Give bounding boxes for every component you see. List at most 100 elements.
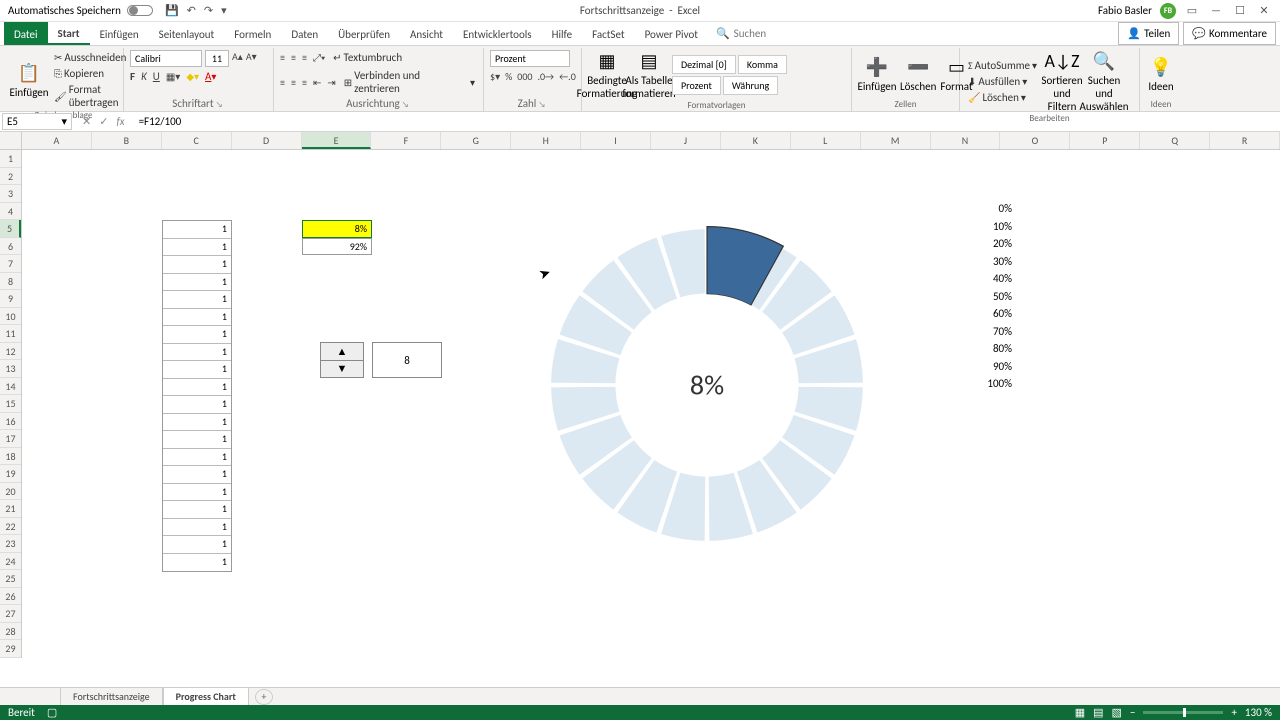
clear-button[interactable]: 🧹 Löschen ▾ [966,90,1039,105]
border-button[interactable]: ▦▾ [166,70,180,83]
col-header-L[interactable]: L [791,132,861,149]
cell-c[interactable]: 1 [163,274,231,292]
comma-icon[interactable]: 000 [517,70,532,83]
col-header-C[interactable]: C [162,132,232,149]
col-header-F[interactable]: F [371,132,441,149]
cancel-formula-icon[interactable]: ✕ [82,115,91,128]
font-color-button[interactable]: A▾ [205,70,216,83]
orientation-icon[interactable]: ⤢▾ [313,51,325,64]
tab-factset[interactable]: FactSet [582,22,635,45]
tab-start[interactable]: Start [48,22,90,45]
minimize-icon[interactable]: — [1208,3,1224,19]
cell-c[interactable]: 1 [163,256,231,274]
view-normal-icon[interactable]: ▦ [1075,706,1085,719]
align-middle-icon[interactable]: ≡ [291,51,296,64]
row-header-11[interactable]: 11 [0,325,21,343]
col-header-P[interactable]: P [1070,132,1140,149]
zoom-slider[interactable] [1143,711,1223,714]
launcher-icon[interactable]: ↘ [216,100,225,110]
cell-c[interactable]: 1 [163,379,231,397]
cell-c[interactable]: 1 [163,554,231,572]
col-header-J[interactable]: J [651,132,721,149]
row-header-28[interactable]: 28 [0,623,21,641]
fx-icon[interactable]: fx [116,115,124,128]
col-header-Q[interactable]: Q [1140,132,1210,149]
cell-c[interactable]: 1 [163,501,231,519]
paste-button[interactable]: 📋Einfügen [10,50,48,110]
inc-decimal-icon[interactable]: .0→ [537,70,554,83]
search-box[interactable]: 🔍 Suchen [716,22,766,45]
row-header-22[interactable]: 22 [0,518,21,536]
col-header-K[interactable]: K [721,132,791,149]
row-header-13[interactable]: 13 [0,360,21,378]
row-header-5[interactable]: 5 [0,220,21,238]
tab-help[interactable]: Hilfe [542,22,582,45]
cell-c[interactable]: 1 [163,536,231,554]
col-header-D[interactable]: D [232,132,302,149]
cell-pct[interactable]: 40% [954,272,1014,290]
sheet-tab[interactable]: Fortschrittsanzeige [60,687,163,706]
cell-c[interactable]: 1 [163,239,231,257]
macro-record-icon[interactable]: ▢ [47,706,57,719]
align-top-icon[interactable]: ≡ [280,51,285,64]
cell-c[interactable]: 1 [163,291,231,309]
row-header-1[interactable]: 1 [0,150,21,168]
fill-button[interactable]: ⬇ Ausfüllen ▾ [966,74,1039,89]
row-header-9[interactable]: 9 [0,290,21,308]
underline-button[interactable]: U [153,70,160,83]
row-header-12[interactable]: 12 [0,343,21,361]
align-bottom-icon[interactable]: ≡ [302,51,307,64]
indent-inc-icon[interactable]: ⇥ [327,76,335,89]
row-header-20[interactable]: 20 [0,483,21,501]
cell-style[interactable]: Komma [738,55,787,74]
row-header-2[interactable]: 2 [0,168,21,186]
cell-pct[interactable]: 70% [954,325,1014,343]
cell-area[interactable]: 11111111111111111111 8% 92% ▲ ▼ 8 0%10%2… [22,150,1280,687]
col-header-M[interactable]: M [861,132,931,149]
tab-data[interactable]: Daten [281,22,328,45]
enter-formula-icon[interactable]: ✓ [99,115,108,128]
increase-font-icon[interactable]: A▴ [232,50,243,67]
row-header-17[interactable]: 17 [0,430,21,448]
launcher-icon[interactable]: ↘ [538,100,547,110]
cell-pct[interactable]: 20% [954,237,1014,255]
autosum-button[interactable]: Σ AutoSumme ▾ [966,58,1039,73]
tab-pagelayout[interactable]: Seitenlayout [149,22,225,45]
ideas-button[interactable]: 💡Ideen [1146,50,1176,99]
col-header-B[interactable]: B [92,132,162,149]
row-headers[interactable]: 1234567891011121314151617181920212223242… [0,150,22,658]
column-headers[interactable]: ABCDEFGHIJKLMNOPQR [22,132,1280,150]
view-pagelayout-icon[interactable]: ▤ [1093,706,1103,719]
tab-formulas[interactable]: Formeln [224,22,281,45]
indent-dec-icon[interactable]: ⇤ [313,76,321,89]
comments-button[interactable]: 💬 Kommentare [1183,22,1276,45]
row-header-16[interactable]: 16 [0,413,21,431]
wrap-text-button[interactable]: ↵ Textumbruch [331,50,404,65]
zoom-level[interactable]: 130 % [1245,706,1272,719]
formula-input[interactable]: =F12/100 [133,114,1280,129]
row-header-18[interactable]: 18 [0,448,21,466]
insert-cells-button[interactable]: ➕Einfügen [858,50,896,99]
cell-c[interactable]: 1 [163,396,231,414]
row-header-19[interactable]: 19 [0,465,21,483]
cell-pct[interactable]: 90% [954,360,1014,378]
close-icon[interactable]: ✕ [1256,3,1272,19]
spinner-value-cell[interactable]: 8 [372,342,442,378]
autosave-toggle[interactable]: Automatisches Speichern [8,4,153,17]
share-button[interactable]: 👤 Teilen [1118,22,1179,45]
save-icon[interactable]: 💾 [165,4,179,17]
row-header-26[interactable]: 26 [0,588,21,606]
qat-dropdown-icon[interactable]: ▾ [221,4,227,17]
cell-c[interactable]: 1 [163,466,231,484]
cell-c[interactable]: 1 [163,221,231,239]
cell-pct[interactable]: 50% [954,290,1014,308]
cell-c[interactable]: 1 [163,326,231,344]
row-header-3[interactable]: 3 [0,185,21,203]
percent-icon[interactable]: % [505,70,512,83]
spinner-up-icon[interactable]: ▲ [321,343,363,361]
merge-button[interactable]: ⊞ Verbinden und zentrieren ▾ [342,68,477,96]
row-header-6[interactable]: 6 [0,238,21,256]
cell-c[interactable]: 1 [163,344,231,362]
spinner-down-icon[interactable]: ▼ [321,361,363,378]
spinner-control[interactable]: ▲ ▼ [320,342,364,378]
